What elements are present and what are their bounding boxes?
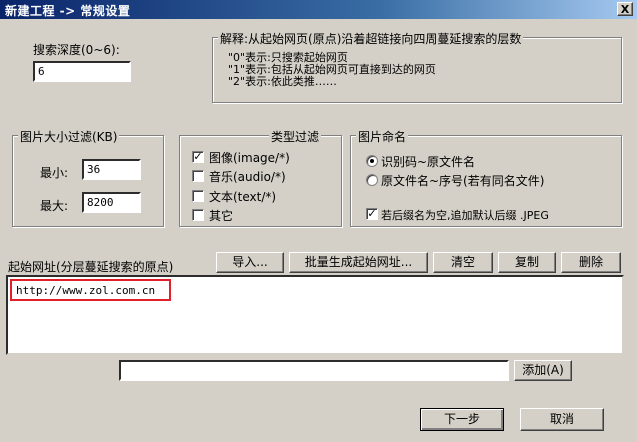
window-title: 新建工程 -> 常规设置 xyxy=(5,4,131,18)
explanation-line: "2"表示:依此类推…… xyxy=(228,75,337,88)
other-type-checkbox[interactable] xyxy=(192,209,204,221)
delete-button[interactable]: 删除 xyxy=(561,252,621,273)
max-size-value: 8200 xyxy=(87,196,114,209)
naming-id-label: 识别码~原文件名 xyxy=(381,155,476,169)
explanation-legend: 解释:从起始网页(原点)沿着超链接向四周蔓延搜索的层数 xyxy=(218,30,524,47)
clear-button[interactable]: 清空 xyxy=(433,252,493,273)
explanation-text: "0"表示:只搜索起始网页 "1"表示:包括从起始网页可直接到达的网页 "2"表… xyxy=(228,52,436,88)
naming-id-radio[interactable] xyxy=(366,155,378,167)
image-type-label: 图像(image/*) xyxy=(209,151,290,165)
naming-seq-label: 原文件名~序号(若有同名文件) xyxy=(381,174,545,188)
image-type-checkbox[interactable]: ✓ xyxy=(192,151,204,163)
max-size-input[interactable]: 8200 xyxy=(82,192,141,213)
append-ext-label: 若后缀名为空,追加默认后缀 .JPEG xyxy=(381,209,549,222)
list-item[interactable]: http://www.zol.com.cn xyxy=(16,284,155,297)
size-filter-group xyxy=(12,135,164,227)
title-bar: 新建工程 -> 常规设置 X xyxy=(0,0,637,19)
text-type-checkbox[interactable] xyxy=(192,190,204,202)
size-filter-legend: 图片大小过滤(KB) xyxy=(18,128,120,145)
text-type-label: 文本(text/*) xyxy=(209,190,277,204)
audio-type-label: 音乐(audio/*) xyxy=(209,170,286,184)
batch-generate-button[interactable]: 批量生成起始网址... xyxy=(289,252,428,273)
naming-seq-radio[interactable] xyxy=(366,174,378,186)
depth-input[interactable]: 6 xyxy=(33,61,131,82)
copy-button[interactable]: 复制 xyxy=(498,252,556,273)
other-type-label: 其它 xyxy=(209,209,234,223)
checkmark-icon: ✓ xyxy=(193,150,203,163)
radio-dot-icon xyxy=(370,159,374,163)
next-button[interactable]: 下一步 xyxy=(420,408,504,431)
max-size-label: 最大: xyxy=(40,199,69,213)
audio-type-checkbox[interactable] xyxy=(192,170,204,182)
type-filter-legend: 类型过滤 xyxy=(269,128,322,145)
new-url-input[interactable] xyxy=(119,360,509,381)
naming-legend: 图片命名 xyxy=(356,128,409,145)
min-size-label: 最小: xyxy=(40,166,69,180)
cancel-button[interactable]: 取消 xyxy=(520,408,604,431)
start-urls-label: 起始网址(分层蔓延搜索的原点) xyxy=(8,260,174,274)
checkmark-icon: ✓ xyxy=(367,207,377,220)
depth-value: 6 xyxy=(38,65,45,78)
import-button[interactable]: 导入... xyxy=(216,252,284,273)
min-size-value: 36 xyxy=(87,163,101,176)
add-button[interactable]: 添加(A) xyxy=(514,360,572,381)
close-button[interactable]: X xyxy=(617,2,633,16)
depth-label: 搜索深度(0~6): xyxy=(33,43,120,57)
min-size-input[interactable]: 36 xyxy=(82,159,141,180)
append-ext-checkbox[interactable]: ✓ xyxy=(366,208,378,220)
close-icon: X xyxy=(620,3,630,16)
start-urls-list[interactable]: http://www.zol.com.cn xyxy=(6,275,624,355)
